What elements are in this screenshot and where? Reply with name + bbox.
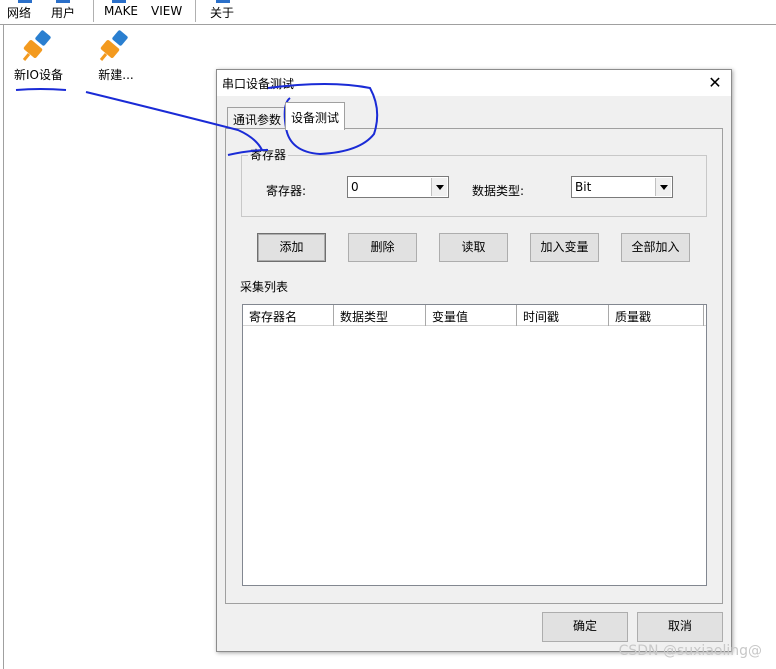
list-header: 寄存器名 数据类型 变量值 时间戳 质量戳 bbox=[243, 305, 706, 326]
collection-list-title: 采集列表 bbox=[240, 280, 289, 294]
read-button[interactable]: 读取 bbox=[439, 233, 508, 262]
datatype-label: 数据类型: bbox=[472, 184, 525, 198]
toolbar-separator bbox=[195, 0, 196, 22]
column-header-register-name[interactable]: 寄存器名 bbox=[243, 305, 334, 326]
network-icon bbox=[18, 0, 32, 3]
register-value: 0 bbox=[351, 180, 359, 194]
datatype-value: Bit bbox=[575, 180, 592, 194]
top-toolbar: 网络 用户 MAKE VIEW 关于 bbox=[0, 0, 776, 25]
make-icon bbox=[112, 0, 126, 3]
add-button[interactable]: 添加 bbox=[257, 233, 326, 262]
toolbar-make[interactable]: MAKE bbox=[104, 4, 138, 18]
tab-panel-device-test: 寄存器 寄存器: 0 数据类型: Bit 添加 删除 读取 加入变量 全部加入 … bbox=[225, 128, 723, 604]
device-item[interactable]: 新IO设备 bbox=[14, 30, 63, 83]
group-title: 寄存器 bbox=[248, 146, 289, 163]
register-combo[interactable]: 0 bbox=[347, 176, 449, 198]
tab-comm-params[interactable]: 通讯参数 bbox=[227, 107, 288, 129]
about-icon bbox=[216, 0, 230, 3]
usb-plug-icon bbox=[21, 30, 57, 62]
usb-plug-icon bbox=[98, 30, 134, 62]
toolbar-separator bbox=[93, 0, 94, 22]
dialog-titlebar[interactable]: 串口设备测试 ✕ bbox=[217, 70, 731, 96]
register-group: 寄存器 寄存器: 0 数据类型: Bit bbox=[241, 146, 707, 217]
chevron-down-icon[interactable] bbox=[431, 178, 447, 196]
add-all-button[interactable]: 全部加入 bbox=[621, 233, 690, 262]
column-header-timestamp[interactable]: 时间戳 bbox=[517, 305, 609, 326]
register-label: 寄存器: bbox=[266, 184, 307, 198]
watermark-text: CSDN @suxiaoling@ bbox=[618, 643, 762, 659]
close-icon[interactable]: ✕ bbox=[705, 73, 725, 93]
column-header-quality-stamp[interactable]: 质量戳 bbox=[609, 305, 704, 326]
device-item[interactable]: 新建... bbox=[98, 30, 134, 83]
delete-button[interactable]: 删除 bbox=[348, 233, 417, 262]
device-label: 新建... bbox=[98, 68, 134, 82]
toolbar-view[interactable]: VIEW bbox=[151, 4, 182, 18]
collection-list[interactable]: 寄存器名 数据类型 变量值 时间戳 质量戳 bbox=[242, 304, 707, 586]
datatype-combo[interactable]: Bit bbox=[571, 176, 673, 198]
device-label: 新IO设备 bbox=[14, 68, 63, 82]
cancel-button[interactable]: 取消 bbox=[637, 612, 723, 642]
toolbar-network[interactable]: 网络 bbox=[7, 4, 31, 21]
column-header-variable-value[interactable]: 变量值 bbox=[426, 305, 517, 326]
tab-device-test[interactable]: 设备测试 bbox=[285, 102, 346, 130]
toolbar-about[interactable]: 关于 bbox=[210, 4, 234, 21]
toolbar-user[interactable]: 用户 bbox=[51, 4, 75, 21]
add-variable-button[interactable]: 加入变量 bbox=[530, 233, 599, 262]
chevron-down-icon[interactable] bbox=[655, 178, 671, 196]
serial-device-test-dialog: 串口设备测试 ✕ 通讯参数 设备测试 寄存器 寄存器: 0 数据类型: Bit … bbox=[216, 69, 732, 652]
column-header-data-type[interactable]: 数据类型 bbox=[334, 305, 426, 326]
dialog-title: 串口设备测试 bbox=[222, 77, 295, 91]
user-icon bbox=[56, 0, 70, 3]
ok-button[interactable]: 确定 bbox=[542, 612, 628, 642]
